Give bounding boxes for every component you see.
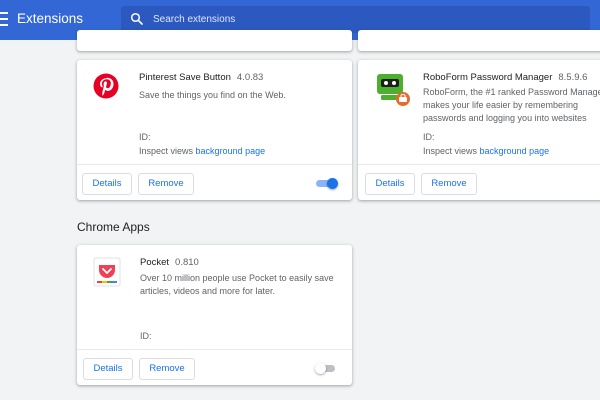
card-footer: Details Remove	[358, 164, 600, 200]
app-id: ID:	[140, 331, 152, 341]
remove-button[interactable]: Remove	[138, 173, 194, 195]
extension-card-partial	[77, 30, 352, 51]
pinterest-logo-icon	[93, 73, 119, 99]
extension-version: 8.5.9.6	[558, 72, 588, 83]
extension-name: Pinterest Save Button 4.0.83	[139, 72, 264, 83]
extension-version: 4.0.83	[236, 72, 264, 83]
background-page-link[interactable]: background page	[480, 146, 550, 156]
search-bar[interactable]	[121, 6, 590, 33]
search-icon	[130, 12, 143, 25]
description-line: RoboForm, the #1 ranked Password Manage	[423, 87, 600, 97]
inspect-views: Inspect views background page	[139, 146, 266, 156]
details-button[interactable]: Details	[82, 173, 132, 195]
extension-id: ID:	[139, 132, 151, 142]
toggle-knob	[315, 363, 326, 374]
enable-toggle[interactable]	[316, 178, 338, 189]
extension-description: Save the things you find on the Web.	[139, 90, 286, 100]
app-version: 0.810	[175, 257, 199, 268]
extension-card-partial	[358, 30, 600, 51]
app-description: Over 10 million people use Pocket to eas…	[140, 272, 334, 298]
pocket-logo-icon	[93, 257, 121, 287]
roboform-logo-icon	[377, 74, 410, 106]
remove-button[interactable]: Remove	[139, 358, 195, 380]
extension-card-roboform: RoboForm Password Manager 8.5.9.6 RoboFor…	[358, 60, 600, 200]
card-footer: Details Remove	[77, 349, 352, 385]
details-button[interactable]: Details	[365, 173, 415, 195]
description-line: articles, videos and more for later.	[140, 286, 276, 296]
card-footer: Details Remove	[77, 164, 352, 200]
inspect-views: Inspect views background page	[423, 146, 550, 156]
extension-name: RoboForm Password Manager 8.5.9.6	[423, 72, 588, 83]
description-line: passwords and logging you into websites	[423, 113, 587, 123]
app-card-pocket: Pocket 0.810 Over 10 million people use P…	[77, 245, 352, 385]
extension-id: ID:	[423, 132, 435, 142]
extension-card-pinterest: Pinterest Save Button 4.0.83 Save the thi…	[77, 60, 352, 200]
app-name: Pocket 0.810	[140, 257, 199, 268]
page-title: Extensions	[17, 11, 84, 26]
remove-button[interactable]: Remove	[421, 173, 477, 195]
toggle-knob	[327, 178, 338, 189]
background-page-link[interactable]: background page	[196, 146, 266, 156]
enable-toggle[interactable]	[315, 363, 337, 374]
description-line: makes your life easier by remembering	[423, 100, 579, 110]
extension-description: RoboForm, the #1 ranked Password Manage …	[423, 86, 600, 125]
section-title-chrome-apps: Chrome Apps	[77, 220, 150, 234]
hamburger-menu-icon[interactable]	[0, 12, 10, 26]
details-button[interactable]: Details	[83, 358, 133, 380]
search-input[interactable]	[153, 6, 573, 33]
description-line: Over 10 million people use Pocket to eas…	[140, 273, 334, 283]
